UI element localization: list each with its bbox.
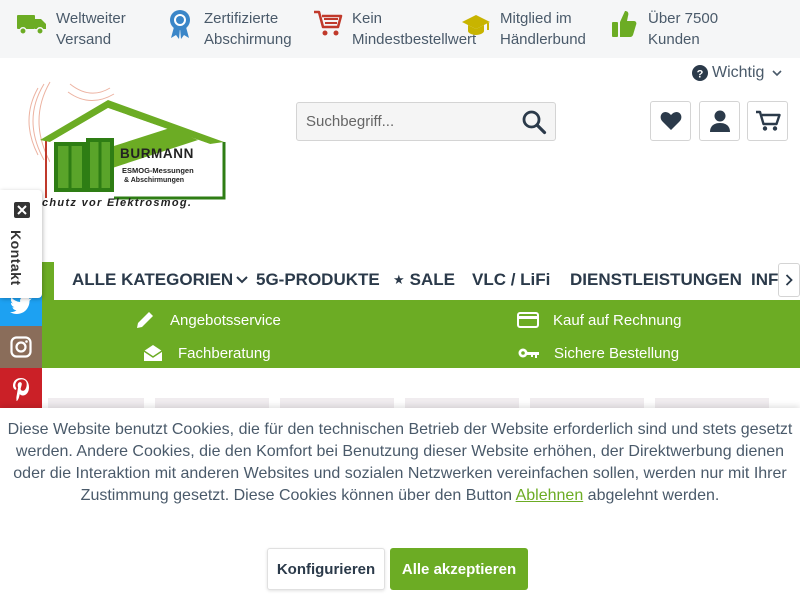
heart-icon: [660, 111, 682, 131]
credit-card-icon: [517, 310, 539, 330]
usp-line: Mitglied im: [500, 10, 572, 27]
usp-item-shipping: Weltweiter Versand: [16, 8, 126, 50]
usp-item-customers: Über 7500 Kunden: [608, 8, 718, 50]
cookie-accept-all-button[interactable]: Alle akzeptieren: [390, 548, 528, 590]
usp-line: Mindestbestellwert: [352, 31, 477, 48]
key-icon: [518, 343, 540, 363]
instagram-icon: [10, 336, 32, 358]
user-icon: [709, 110, 730, 132]
nav-item-sale[interactable]: ★ SALE: [393, 270, 455, 290]
service-item-label: Angebotsservice: [170, 311, 281, 329]
truck-icon: [16, 8, 48, 40]
search-box: [296, 102, 556, 141]
svg-text:?: ?: [697, 69, 704, 81]
question-circle-icon: ?: [692, 65, 708, 81]
nav-item-all-categories[interactable]: ALLE KATEGORIEN: [72, 270, 248, 290]
usp-line: Versand: [56, 31, 112, 48]
logo-slogan: chutz vor Elektrosmog.: [42, 197, 193, 209]
nav-item-label: ALLE KATEGORIEN: [72, 270, 234, 289]
service-item-secure: Sichere Bestellung: [518, 343, 679, 363]
cart-icon: [755, 110, 781, 132]
service-item-label: Fachberatung: [178, 344, 271, 362]
cookie-text: Diese Website benutzt Cookies, die für d…: [0, 419, 800, 507]
pinterest-icon: [12, 377, 30, 401]
star-icon: ★: [393, 272, 405, 287]
cart-icon: [312, 8, 344, 40]
nav-item-5g[interactable]: 5G-PRODUKTE: [256, 270, 380, 290]
cart-button[interactable]: [747, 101, 788, 141]
award-icon: [164, 8, 196, 40]
service-item-offer: Angebotsservice: [134, 310, 281, 330]
cookie-text-part: abgelehnt werden.: [583, 487, 720, 504]
pinterest-link[interactable]: [0, 368, 42, 410]
contact-tab-label: Kontakt: [8, 230, 24, 286]
service-menu-dropdown[interactable]: ? Wichtig: [692, 64, 783, 82]
usp-item-haendlerbund: Mitglied im Händlerbund: [460, 8, 586, 50]
nav-item-dienstleistungen[interactable]: DIENSTLEISTUNGEN: [570, 270, 742, 290]
site-logo[interactable]: BURMANN ESMOG-Messungen & Abschirmungen …: [10, 80, 230, 215]
usp-line: Kunden: [648, 31, 700, 48]
nav-item-vlc-lifi[interactable]: VLC / LiFi: [472, 270, 550, 290]
usp-line: Zertifizierte: [204, 10, 279, 27]
nav-item-info[interactable]: INF: [751, 270, 778, 290]
service-item-label: Kauf auf Rechnung: [553, 311, 682, 329]
service-item-consulting: Fachberatung: [142, 343, 271, 363]
usp-line: Abschirmung: [204, 31, 292, 48]
graduation-cap-icon: [460, 8, 492, 40]
chevron-down-icon: [236, 276, 248, 284]
contact-tab[interactable]: Kontakt: [0, 190, 42, 298]
usp-line: Kein: [352, 10, 383, 27]
cookie-reject-link[interactable]: Ablehnen: [516, 487, 584, 504]
close-icon[interactable]: [14, 202, 30, 218]
wishlist-button[interactable]: [650, 101, 691, 141]
usp-item-no-minimum: Kein Mindestbestellwert: [312, 8, 476, 50]
search-input[interactable]: [297, 103, 512, 140]
logo-subtitle: & Abschirmungen: [124, 177, 185, 184]
nav-scroll-right-button[interactable]: [778, 263, 800, 297]
logo-subtitle: ESMOG-Messungen: [122, 166, 194, 175]
account-button[interactable]: [699, 101, 740, 141]
envelope-open-icon: [142, 343, 164, 363]
thumbs-up-icon: [608, 8, 640, 40]
service-menu-label: Wichtig: [712, 64, 765, 81]
usp-line: Weltweiter: [56, 10, 126, 27]
service-item-invoice: Kauf auf Rechnung: [517, 310, 681, 330]
logo-brand: BURMANN: [120, 146, 194, 161]
chevron-down-icon: [772, 69, 783, 77]
twitter-icon: [10, 296, 32, 314]
search-icon[interactable]: [521, 109, 547, 135]
instagram-link[interactable]: [0, 326, 42, 368]
usp-line: Händlerbund: [500, 31, 586, 48]
pencil-icon: [134, 310, 156, 330]
cookie-configure-button[interactable]: Konfigurieren: [267, 548, 385, 590]
nav-item-label: SALE: [409, 270, 455, 289]
chevron-right-icon: [785, 274, 793, 286]
usp-line: Über 7500: [648, 10, 719, 27]
service-item-label: Sichere Bestellung: [554, 344, 680, 362]
usp-item-certified: Zertifizierte Abschirmung: [164, 8, 292, 50]
